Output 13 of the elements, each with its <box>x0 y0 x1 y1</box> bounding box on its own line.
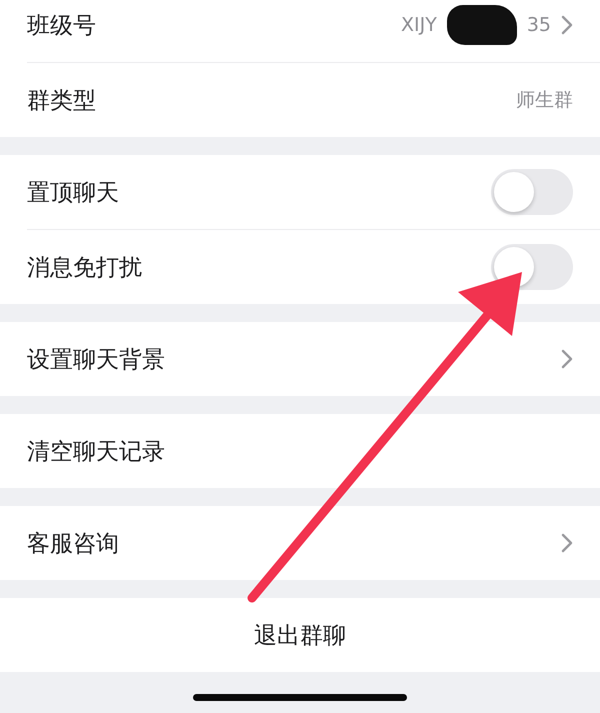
row-label: 清空聊天记录 <box>27 438 165 466</box>
row-value: 师生群 <box>516 88 573 113</box>
row-value: XIJY <box>400 14 437 36</box>
row-label: 设置聊天背景 <box>27 346 165 374</box>
toggle-switch[interactable] <box>491 244 573 290</box>
row-label: 群类型 <box>27 86 96 116</box>
row-label: 消息免打扰 <box>27 254 142 282</box>
row-label: 客服咨询 <box>27 530 119 558</box>
redaction-scribble <box>446 5 517 45</box>
row-label: 置顶聊天 <box>27 178 119 208</box>
row-label: 班级号 <box>27 12 96 40</box>
toggle-switch[interactable] <box>491 169 573 215</box>
row-value: 35 <box>526 14 551 36</box>
